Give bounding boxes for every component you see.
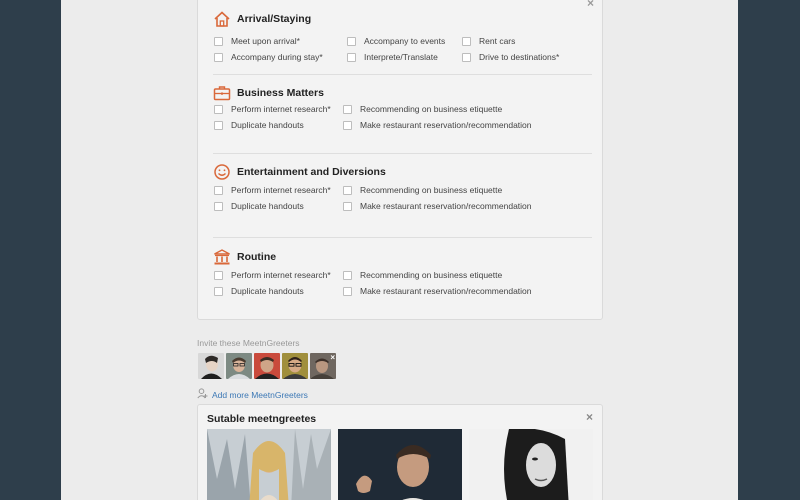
option-duplicate-handouts[interactable]: Duplicate handouts <box>214 284 304 298</box>
option-meet-upon-arrival[interactable]: Meet upon arrival* <box>214 34 300 48</box>
house-icon <box>213 10 231 28</box>
avatar[interactable] <box>226 353 252 379</box>
checkbox[interactable] <box>214 185 223 195</box>
option-rent-cars[interactable]: Rent cars <box>462 34 515 48</box>
option-label: Accompany during stay* <box>231 52 323 62</box>
option-interprete-translate[interactable]: Interprete/Translate <box>347 50 438 64</box>
building-icon <box>213 248 231 266</box>
avatar[interactable]: × <box>310 353 336 379</box>
option-duplicate-handouts[interactable]: Duplicate handouts <box>214 199 304 213</box>
checkbox[interactable] <box>214 270 223 280</box>
option-restaurant-reservation[interactable]: Make restaurant reservation/recommendati… <box>343 118 532 132</box>
option-restaurant-reservation[interactable]: Make restaurant reservation/recommendati… <box>343 284 532 298</box>
option-label: Drive to destinations* <box>479 52 560 62</box>
option-perform-internet-research[interactable]: Perform internet research* <box>214 183 331 197</box>
option-label: Duplicate handouts <box>231 286 304 296</box>
checkbox[interactable] <box>343 104 352 114</box>
checkbox[interactable] <box>347 52 356 62</box>
checkbox[interactable] <box>214 120 223 130</box>
profile-photo[interactable] <box>207 429 331 500</box>
option-label: Duplicate handouts <box>231 120 304 130</box>
option-label: Recommending on business etiquette <box>360 270 503 280</box>
option-label: Meet upon arrival* <box>231 36 300 46</box>
checkbox[interactable] <box>343 201 352 211</box>
option-label: Make restaurant reservation/recommendati… <box>360 120 532 130</box>
invited-avatars: × <box>198 353 336 379</box>
section-routine: Routine Perform internet research* Recom… <box>213 248 593 308</box>
checkbox[interactable] <box>343 270 352 280</box>
smiley-icon <box>213 163 231 181</box>
profile-photo[interactable] <box>338 429 462 500</box>
add-more-label: Add more MeetnGreeters <box>212 390 308 400</box>
option-label: Perform internet research* <box>231 104 331 114</box>
section-arrival-staying: Arrival/Staying Meet upon arrival* Accom… <box>213 10 593 70</box>
profile-photo[interactable] <box>469 429 593 500</box>
services-panel: × Arrival/Staying Meet upon arrival* Acc… <box>197 0 603 320</box>
option-perform-internet-research[interactable]: Perform internet research* <box>214 102 331 116</box>
divider <box>213 237 592 238</box>
checkbox[interactable] <box>214 201 223 211</box>
option-label: Rent cars <box>479 36 516 46</box>
invite-label: Invite these MeetnGreeters <box>197 338 300 348</box>
option-label: Recommending on business etiquette <box>360 104 503 114</box>
checkbox[interactable] <box>214 104 223 114</box>
option-label: Perform internet research* <box>231 270 331 280</box>
add-more-meetngreeters-link[interactable]: Add more MeetnGreeters <box>197 386 308 404</box>
checkbox[interactable] <box>214 52 223 62</box>
remove-icon[interactable]: × <box>330 353 335 362</box>
option-label: Make restaurant reservation/recommendati… <box>360 201 532 211</box>
suitable-title: Sutable meetngreetes <box>207 413 317 425</box>
section-entertainment: Entertainment and Diversions Perform int… <box>213 163 593 223</box>
checkbox[interactable] <box>347 36 356 46</box>
option-accompany-to-events[interactable]: Accompany to events <box>347 34 445 48</box>
checkbox[interactable] <box>343 185 352 195</box>
avatar[interactable] <box>198 353 224 379</box>
section-title: Arrival/Staying <box>237 13 312 25</box>
section-title: Business Matters <box>237 87 324 99</box>
suitable-panel: Sutable meetngreetes × <box>197 404 603 500</box>
checkbox[interactable] <box>343 120 352 130</box>
option-perform-internet-research[interactable]: Perform internet research* <box>214 268 331 282</box>
option-duplicate-handouts[interactable]: Duplicate handouts <box>214 118 304 132</box>
avatar[interactable] <box>282 353 308 379</box>
checkbox[interactable] <box>462 52 471 62</box>
option-label: Make restaurant reservation/recommendati… <box>360 286 532 296</box>
option-restaurant-reservation[interactable]: Make restaurant reservation/recommendati… <box>343 199 532 213</box>
avatar[interactable] <box>254 353 280 379</box>
checkbox[interactable] <box>214 286 223 296</box>
option-recommending-business-etiquette[interactable]: Recommending on business etiquette <box>343 268 502 282</box>
add-user-icon <box>197 386 208 404</box>
option-recommending-business-etiquette[interactable]: Recommending on business etiquette <box>343 102 502 116</box>
briefcase-icon <box>213 84 231 102</box>
divider <box>213 153 592 154</box>
close-icon[interactable]: × <box>587 0 594 9</box>
option-label: Accompany to events <box>364 36 446 46</box>
option-accompany-during-stay[interactable]: Accompany during stay* <box>214 50 323 64</box>
section-title: Entertainment and Diversions <box>237 166 386 178</box>
option-drive-to-destinations[interactable]: Drive to destinations* <box>462 50 559 64</box>
option-label: Duplicate handouts <box>231 201 304 211</box>
section-title: Routine <box>237 251 277 263</box>
option-recommending-business-etiquette[interactable]: Recommending on business etiquette <box>343 183 502 197</box>
divider <box>213 74 592 75</box>
checkbox[interactable] <box>214 36 223 46</box>
close-icon[interactable]: × <box>586 410 593 424</box>
checkbox[interactable] <box>462 36 471 46</box>
option-label: Perform internet research* <box>231 185 331 195</box>
option-label: Recommending on business etiquette <box>360 185 503 195</box>
checkbox[interactable] <box>343 286 352 296</box>
section-business-matters: Business Matters Perform internet resear… <box>213 84 593 144</box>
option-label: Interprete/Translate <box>364 52 438 62</box>
